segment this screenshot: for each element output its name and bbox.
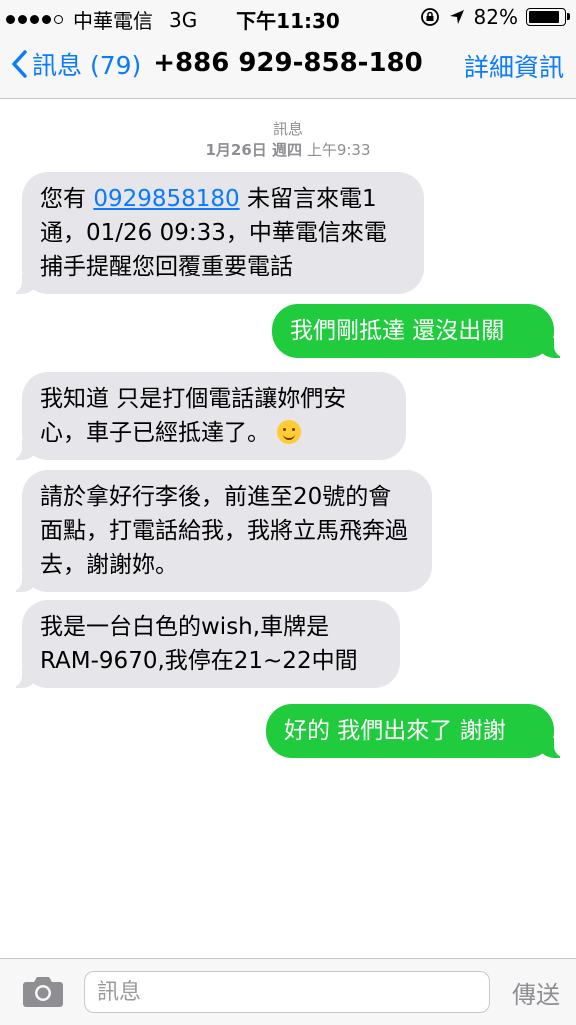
- orientation-lock-icon: [420, 8, 439, 26]
- camera-icon[interactable]: [22, 973, 64, 1009]
- service-label: 訊息: [272, 120, 303, 138]
- send-button[interactable]: 傳送: [512, 975, 560, 1010]
- message-bubble-incoming[interactable]: 您有 0929858180 未留言來電1通，01/26 09:33，中華電信來電…: [10, 172, 424, 294]
- message-bubble-incoming[interactable]: 我是一台白色的wish,車牌是RAM-9670,我停在21~22中間: [10, 600, 400, 688]
- navigation-bar: 訊息 (79) +886 929-858-180 詳細資訊: [0, 34, 576, 99]
- timestamp-date: 1月26日 週四: [205, 141, 303, 159]
- location-arrow-icon: [449, 10, 464, 24]
- status-bar: 中華電信 3G 下午11:30 82%: [0, 0, 576, 34]
- phone-number-link[interactable]: 0929858180: [93, 186, 239, 212]
- message-bubble-outgoing[interactable]: 好的 我們出來了 謝謝: [266, 704, 566, 758]
- timestamp-time: 上午9:33: [306, 141, 371, 159]
- message-text: 好的 我們出來了 謝謝: [284, 718, 506, 744]
- message-input[interactable]: [84, 971, 490, 1013]
- status-right: 82%: [420, 5, 570, 29]
- message-input-bar: 傳送: [0, 958, 576, 1025]
- battery-percent: 82%: [473, 5, 518, 29]
- message-bubble-incoming[interactable]: 我知道 只是打個電話讓妳們安心，車子已經抵達了。: [10, 372, 406, 460]
- message-text: 我知道 只是打個電話讓妳們安心，車子已經抵達了。: [40, 386, 347, 446]
- message-text: 我是一台白色的wish,車牌是RAM-9670,我停在21~22中間: [40, 614, 358, 674]
- message-text: 請於拿好行李後，前進至20號的會面點，打電話給我，我將立馬飛奔過去，謝謝妳。: [40, 484, 408, 578]
- battery-icon: [526, 8, 570, 26]
- message-bubble-outgoing[interactable]: 我們剛抵達 還沒出關: [272, 304, 566, 358]
- details-button[interactable]: 詳細資訊: [464, 48, 564, 84]
- smiling-face-emoji-icon: [277, 420, 302, 444]
- message-text: 您有: [40, 186, 94, 212]
- message-bubble-incoming[interactable]: 請於拿好行李後，前進至20號的會面點，打電話給我，我將立馬飛奔過去，謝謝妳。: [10, 470, 432, 592]
- message-timestamp: 1月26日 週四 上午9:33: [0, 139, 576, 160]
- message-text: 我們剛抵達 還沒出關: [290, 318, 505, 344]
